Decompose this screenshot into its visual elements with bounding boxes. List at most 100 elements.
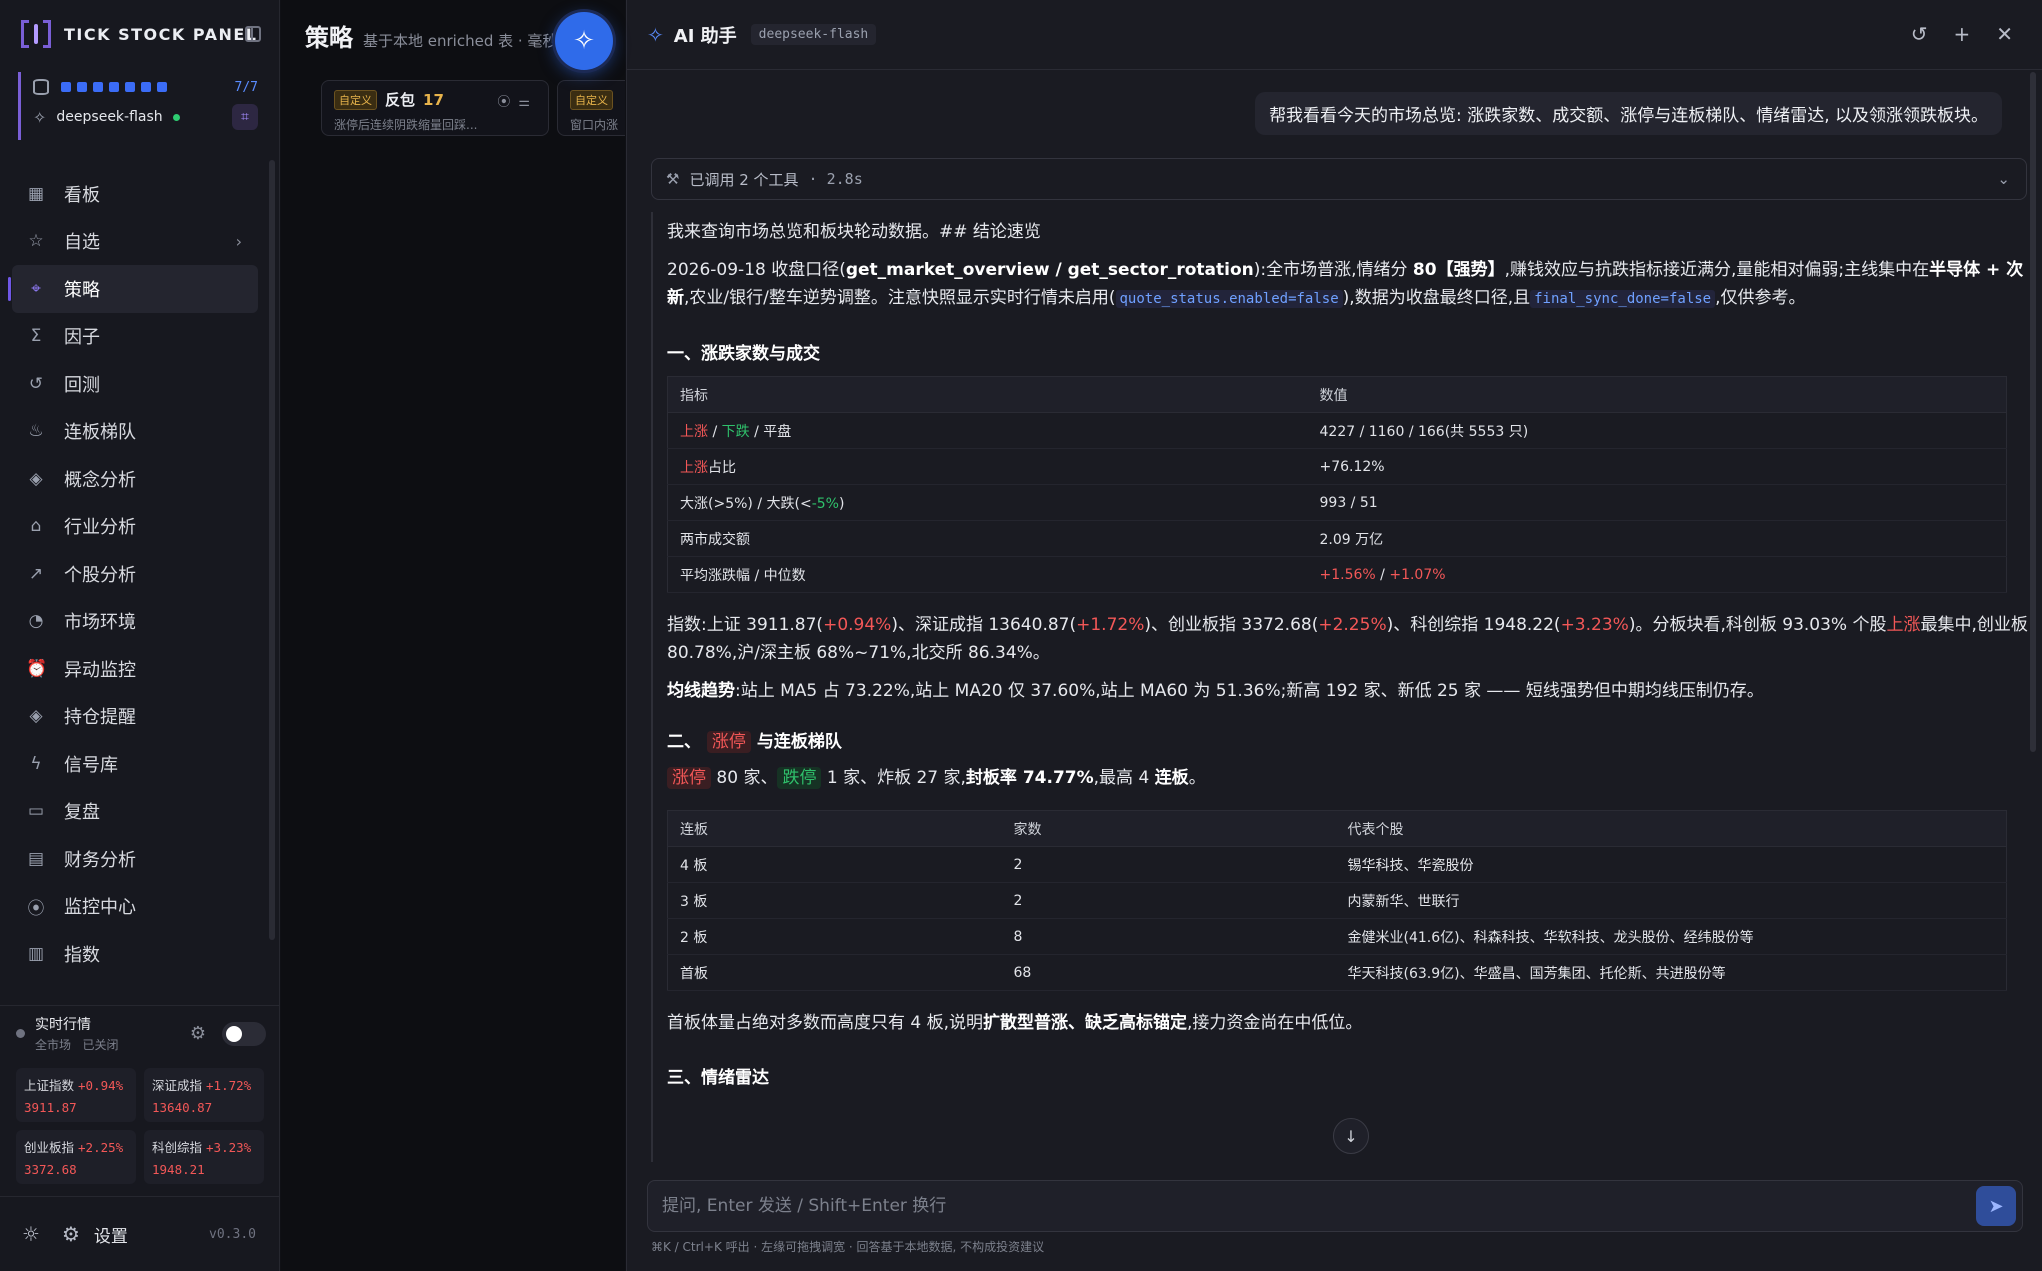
tool-calls-collapsible[interactable]: ⚒ 已调用 2 个工具 · 2.8s ⌄ xyxy=(651,158,2027,200)
index-change: +1.72% xyxy=(206,1078,252,1093)
sidebar-item-dashboard[interactable]: ▦ 看板 xyxy=(12,170,258,218)
alarm-icon: ⏰ xyxy=(26,658,48,679)
sidebar-item-signals[interactable]: ϟ 信号库 xyxy=(12,740,258,788)
brand-name: TICK STOCK PANEL xyxy=(64,24,258,44)
gauge-icon: ◔ xyxy=(28,611,44,632)
grid-icon: ▦ xyxy=(27,183,45,204)
sidebar-item-market-env[interactable]: ◔ 市场环境 xyxy=(12,598,258,646)
assistant-answer: 我来查询市场总览和板块轮动数据。## 结论速览 2026-09-18 收盘口径(… xyxy=(651,212,2029,1162)
settings-link[interactable]: 设置 xyxy=(94,1222,128,1247)
sidebar-item-label: 监控中心 xyxy=(64,897,136,919)
open-chat-button[interactable]: ⌗ xyxy=(232,104,258,130)
app-version: v0.3.0 xyxy=(209,1226,256,1242)
chevron-down-icon: ⌄ xyxy=(1997,170,2010,188)
model-badge: deepseek-flash xyxy=(750,24,877,45)
chevron-right-icon: › xyxy=(235,231,242,251)
sidebar-item-holdings[interactable]: ◈ 持仓提醒 xyxy=(12,693,258,741)
bar-chart-icon: ▥ xyxy=(27,943,45,964)
collapse-sidebar-icon[interactable] xyxy=(245,26,261,42)
sidebar-item-limit-ladder[interactable]: ♨ 连板梯队 xyxy=(12,408,258,456)
sidebar: TICK STOCK PANEL 7/7 ✧ deepseek-flash ⌗ … xyxy=(0,0,280,1271)
sidebar-nav: ▦ 看板 ☆ 自选 › ⌖ 策略 Σ 因子 ↺ 回测 ♨ 连板梯队 ◈ 概念分析 ⌂ 行业分析 ↗… xyxy=(8,170,258,978)
sidebar-item-label: 指数 xyxy=(64,944,100,966)
strategy-card[interactable]: 自定义 窗口内涨 xyxy=(557,80,625,136)
index-change: +0.94% xyxy=(78,1078,124,1093)
model-name: deepseek-flash xyxy=(56,109,163,125)
model-status[interactable]: ✧ deepseek-flash ⌗ xyxy=(21,102,258,132)
close-icon[interactable]: ✕ xyxy=(1996,22,2013,46)
index-value: 3372.68 xyxy=(24,1162,77,1177)
sidebar-item-label: 行业分析 xyxy=(64,517,136,539)
sidebar-item-label: 持仓提醒 xyxy=(64,707,136,729)
trend-icon: ↗ xyxy=(28,563,44,584)
new-chat-plus-icon[interactable]: + xyxy=(1953,22,1970,46)
sidebar-item-label: 策略 xyxy=(64,279,100,301)
assistant-title: AI 助手 xyxy=(673,25,737,47)
send-icon[interactable]: ➤ xyxy=(1976,1186,2016,1226)
index-card-kc[interactable]: 科创综指 +3.23% 1948.21 xyxy=(144,1130,264,1184)
strategy-card[interactable]: 自定义 反包 17 涨停后连续阴跌缩量回踩... ⦿⚌ xyxy=(321,80,549,136)
index-card-cyb[interactable]: 创业板指 +2.25% 3372.68 xyxy=(16,1130,136,1184)
sidebar-item-label: 连板梯队 xyxy=(64,422,136,444)
table-row: 4 板 2 锡华科技、华瓷股份 xyxy=(667,846,2007,883)
strategy-tag: 自定义 xyxy=(570,89,613,110)
tool-calls-label: 已调用 2 个工具 xyxy=(689,170,799,189)
strategy-tag: 自定义 xyxy=(334,89,377,110)
sidebar-footer: ☼ ⚙ 设置 v0.3.0 xyxy=(0,1196,280,1271)
sidebar-item-index[interactable]: ▥ 指数 xyxy=(12,930,258,978)
bolt-icon: ϟ xyxy=(30,753,42,774)
layers-icon: ◈ xyxy=(29,468,43,489)
history-icon[interactable]: ↺ xyxy=(1911,22,1928,46)
sidebar-item-review[interactable]: ▭ 复盘 xyxy=(12,788,258,836)
answer-summary: 2026-09-18 收盘口径(get_market_overview / ge… xyxy=(667,260,2024,308)
settings-gear-icon[interactable]: ⚙ xyxy=(62,1222,80,1246)
sidebar-item-finance[interactable]: ▤ 财务分析 xyxy=(12,835,258,883)
table-row: 2 板 8 金健米业(41.6亿)、科森科技、华软科技、龙头股份、经纬股份等 xyxy=(667,918,2007,955)
sidebar-item-label: 概念分析 xyxy=(64,469,136,491)
sidebar-item-concept[interactable]: ◈ 概念分析 xyxy=(12,455,258,503)
market-breadth-table: 指标 数值 上涨 / 下跌 / 平盘 4227 / 1160 / 166(共 555… xyxy=(667,376,2007,593)
ai-assistant-fab-sparkle-icon[interactable]: ✧ xyxy=(555,12,613,70)
radio-icon: ⦿ xyxy=(27,898,45,919)
document-icon: ▤ xyxy=(27,848,45,869)
table-row: 大涨(>5%) / 大跌(<-5%) 993 / 51 xyxy=(667,484,2007,521)
input-hint: ⌘K / Ctrl+K 呼出 · 左缘可拖拽调宽 · 回答基于本地数据, 不构成… xyxy=(651,1240,1045,1254)
scroll-down-arrow-icon[interactable]: ↓ xyxy=(1333,1118,1369,1154)
strategy-actions-icon[interactable]: ⦿⚌ xyxy=(497,91,538,110)
data-sync-status[interactable]: 7/7 xyxy=(21,72,258,102)
sidebar-item-backtest[interactable]: ↺ 回测 xyxy=(12,360,258,408)
flame-icon: ♨ xyxy=(28,421,44,442)
realtime-settings-gear-icon[interactable]: ⚙ xyxy=(190,1023,206,1044)
realtime-toggle[interactable] xyxy=(222,1021,266,1046)
status-box: 7/7 ✧ deepseek-flash ⌗ xyxy=(18,72,258,140)
sidebar-item-watchlist[interactable]: ☆ 自选 › xyxy=(12,218,258,266)
sidebar-item-stock[interactable]: ↗ 个股分析 xyxy=(12,550,258,598)
brand-logo-icon xyxy=(20,18,52,50)
theme-sun-icon[interactable]: ☼ xyxy=(22,1222,40,1246)
sidebar-item-monitor[interactable]: ⦿ 监控中心 xyxy=(12,883,258,931)
indices-paragraph: 指数:上证 3911.87(+0.94%)、深证成指 13640.87(+1.7… xyxy=(667,615,2028,663)
sidebar-item-label: 自选 xyxy=(64,232,100,254)
section-heading: 三、情绪雷达 xyxy=(667,1068,769,1088)
strategy-desc: 涨停后连续阴跌缩量回踩... xyxy=(334,118,478,132)
chat-scrollbar[interactable] xyxy=(2030,72,2036,752)
sidebar-scrollbar[interactable] xyxy=(269,160,275,940)
table-row: 上涨占比 +76.12% xyxy=(667,448,2007,485)
realtime-state: 已关闭 xyxy=(82,1038,119,1052)
table-row: 平均涨跌幅 / 中位数 +1.56% / +1.07% xyxy=(667,556,2007,593)
sidebar-item-factor[interactable]: Σ 因子 xyxy=(12,313,258,361)
strategy-count: 17 xyxy=(423,90,444,109)
sidebar-item-anomaly[interactable]: ⏰ 异动监控 xyxy=(12,645,258,693)
sync-progress-dots xyxy=(61,82,167,92)
realtime-status-dot xyxy=(16,1029,25,1038)
sidebar-item-label: 个股分析 xyxy=(64,564,136,586)
index-card-sh[interactable]: 上证指数 +0.94% 3911.87 xyxy=(16,1068,136,1122)
chat-input[interactable] xyxy=(662,1196,1976,1216)
sidebar-item-strategy[interactable]: ⌖ 策略 xyxy=(8,265,258,313)
index-card-sz[interactable]: 深证成指 +1.72% 13640.87 xyxy=(144,1068,264,1122)
index-value: 1948.21 xyxy=(152,1162,205,1177)
index-value: 13640.87 xyxy=(152,1100,213,1115)
brand: TICK STOCK PANEL xyxy=(20,18,257,50)
sparkle-icon: ✧ xyxy=(647,22,664,47)
sidebar-item-industry[interactable]: ⌂ 行业分析 xyxy=(12,503,258,551)
